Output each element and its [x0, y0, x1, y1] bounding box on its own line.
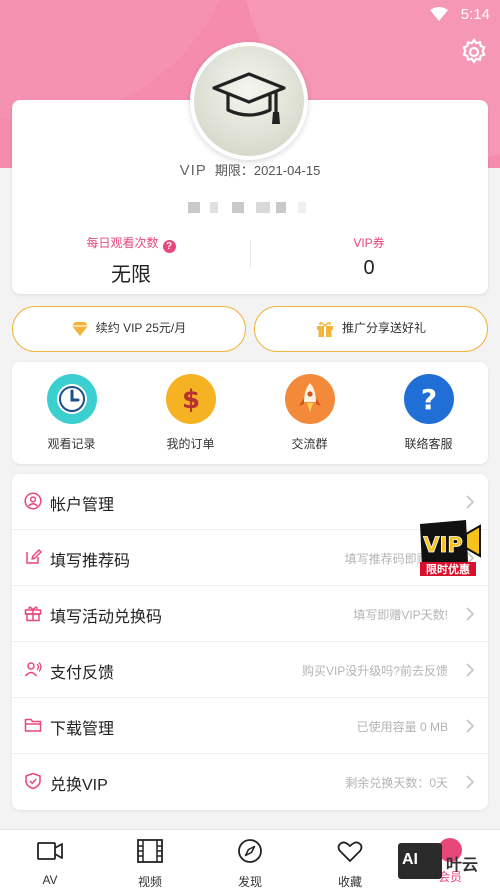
tab-label: 收藏	[337, 875, 362, 889]
menu-label: 填写活动兑换码	[50, 609, 163, 626]
quick-actions-card: 观看记录 $ 我的订单 交流群 ? 联络客服	[12, 362, 488, 464]
menu-item-exchange-vip[interactable]: 兑换VIP 剩余兑换天数：0天	[12, 754, 488, 810]
chevron-right-icon	[466, 775, 474, 789]
menu-item-referral-code[interactable]: 填写推荐码 填写推荐码即赠VIP	[12, 530, 488, 586]
menu-label: 填写推荐码	[50, 553, 131, 570]
watch-history-button[interactable]: 观看记录	[12, 374, 131, 452]
film-icon	[137, 839, 163, 863]
vip-badge-top-text: VIP	[423, 533, 462, 557]
shield-icon	[25, 772, 41, 790]
help-icon[interactable]: ?	[162, 240, 176, 253]
expiry-prefix: 期限：	[214, 163, 254, 178]
chevron-right-icon	[466, 607, 474, 621]
vip-badge-bottom-text: 限时优惠	[426, 562, 470, 576]
daily-views-stat: 每日观看次数? 无限	[12, 234, 250, 287]
svg-text:$: $	[181, 385, 199, 415]
watch-history-label: 观看记录	[47, 437, 96, 451]
stats-row: 每日观看次数? 无限 VIP券 0	[12, 228, 488, 288]
svg-text:?: ?	[420, 383, 436, 416]
customer-service-label: 联络客服	[404, 437, 453, 451]
gift-icon	[316, 321, 333, 337]
settings-gear-icon[interactable]	[460, 38, 488, 66]
tab-label: 发现	[237, 875, 262, 889]
chevron-right-icon	[466, 663, 474, 677]
vip-label: VIP	[179, 162, 207, 179]
tab-label: 视频	[137, 875, 162, 889]
menu-item-redeem-code[interactable]: 填写活动兑换码 填写即赠VIP天数!	[12, 586, 488, 642]
my-orders-label: 我的订单	[166, 437, 215, 451]
vip-coupon-value: 0	[363, 257, 375, 279]
chat-group-button[interactable]: 交流群	[250, 374, 369, 452]
menu-item-account[interactable]: 帐户管理	[12, 474, 488, 530]
watermark-logo: AI	[398, 843, 442, 879]
watermark-text: 叶云	[446, 857, 479, 874]
renew-vip-label: 续约 VIP 25元/月	[95, 321, 187, 335]
my-orders-button[interactable]: $ 我的订单	[131, 374, 250, 452]
tab-videos[interactable]: 视频	[100, 838, 200, 889]
menu-item-downloads[interactable]: 下载管理 已使用容量 0 MB	[12, 698, 488, 754]
rocket-icon	[284, 374, 335, 424]
menu-label: 帐户管理	[50, 497, 115, 514]
daily-views-value: 无限	[111, 264, 151, 286]
feedback-icon	[24, 662, 42, 677]
customer-service-button[interactable]: ? 联络客服	[369, 374, 488, 452]
tab-av[interactable]: AV	[0, 838, 100, 887]
menu-hint: 购买VIP没升级吗?前去反馈	[301, 664, 448, 678]
menu-list: 帐户管理 填写推荐码 填写推荐码即赠VIP 填写活动兑换码 填写即赠VIP天数!…	[12, 474, 488, 810]
avatar[interactable]	[190, 42, 308, 160]
vip-status: VIP 期限：2021-04-15	[12, 160, 488, 179]
vip-promo-badge[interactable]: VIP 限时优惠	[418, 518, 482, 576]
status-time: 5:14	[460, 6, 490, 23]
heart-icon	[337, 841, 363, 862]
folder-icon	[24, 718, 42, 732]
vip-coupon-stat[interactable]: VIP券 0	[250, 234, 488, 280]
clock-icon	[46, 374, 97, 424]
menu-item-payment-feedback[interactable]: 支付反馈 购买VIP没升级吗?前去反馈	[12, 642, 488, 698]
gift-icon	[24, 606, 42, 622]
expiry-date: 2021-04-15	[253, 163, 321, 178]
diamond-icon	[71, 321, 88, 336]
menu-hint: 已使用容量 0 MB	[356, 720, 448, 734]
chevron-right-icon	[466, 719, 474, 733]
vip-coupon-label: VIP券	[353, 236, 385, 250]
tab-label: AV	[42, 873, 58, 887]
menu-label: 支付反馈	[50, 665, 115, 682]
question-icon: ?	[403, 374, 454, 424]
user-icon	[24, 492, 42, 510]
menu-hint: 填写即赠VIP天数!	[353, 608, 448, 622]
daily-views-label: 每日观看次数	[86, 236, 159, 250]
wifi-icon	[430, 7, 448, 21]
tab-discover[interactable]: 发现	[200, 838, 300, 889]
renew-vip-button[interactable]: 续约 VIP 25元/月	[12, 306, 246, 352]
share-gift-label: 推广分享送好礼	[341, 321, 426, 335]
tab-favorites[interactable]: 收藏	[300, 838, 400, 889]
status-bar: 5:14	[0, 0, 500, 30]
chevron-right-icon	[466, 495, 474, 509]
menu-label: 兑换VIP	[50, 777, 108, 794]
dollar-icon: $	[165, 374, 216, 424]
username-blurred	[188, 200, 318, 214]
edit-icon	[26, 549, 42, 564]
menu-hint: 剩余兑换天数：0天	[345, 776, 448, 790]
share-gift-button[interactable]: 推广分享送好礼	[254, 306, 488, 352]
graduation-cap-icon	[212, 72, 286, 124]
compass-icon	[238, 839, 262, 863]
chat-group-label: 交流群	[291, 437, 328, 451]
camera-icon	[37, 842, 63, 860]
menu-label: 下载管理	[50, 721, 115, 738]
